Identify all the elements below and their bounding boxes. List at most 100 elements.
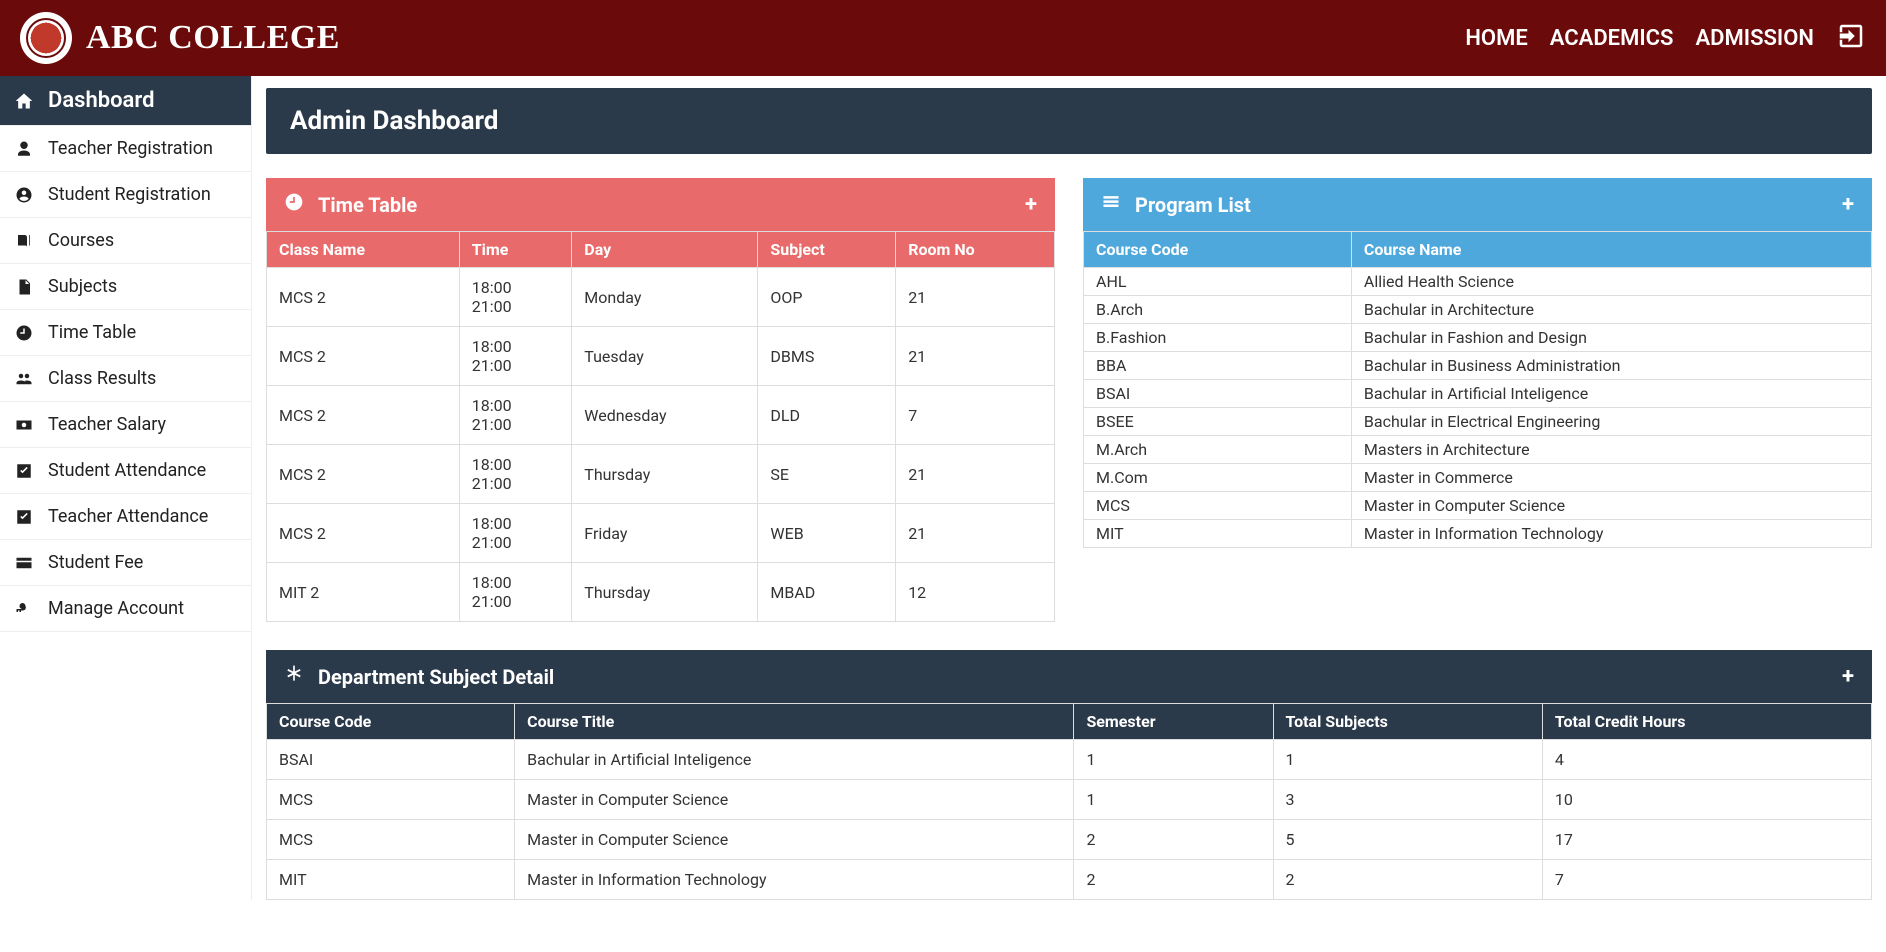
cell-name: Bachular in Electrical Engineering <box>1351 408 1871 436</box>
cell-code: BSAI <box>267 740 515 780</box>
cell-room: 21 <box>896 268 1055 327</box>
cell-code: M.Com <box>1084 464 1352 492</box>
sidebar-item-courses[interactable]: Courses <box>0 218 251 264</box>
cell-subject: WEB <box>758 504 896 563</box>
cell-class: MCS 2 <box>267 445 460 504</box>
cell-subjects: 2 <box>1273 860 1542 900</box>
sidebar: Dashboard Teacher Registration Student R… <box>0 76 252 900</box>
th-code: Course Code <box>267 704 515 740</box>
table-row: MCS 218:0021:00WednesdayDLD7 <box>267 386 1055 445</box>
cell-room: 21 <box>896 445 1055 504</box>
sidebar-item-manage-account[interactable]: Manage Account <box>0 586 251 632</box>
cell-subject: DBMS <box>758 327 896 386</box>
check-square-icon <box>14 462 34 480</box>
college-logo-icon <box>20 12 72 64</box>
cell-time: 18:0021:00 <box>459 327 572 386</box>
sidebar-item-subjects[interactable]: Subjects <box>0 264 251 310</box>
cell-sem: 2 <box>1074 820 1273 860</box>
sidebar-item-dashboard[interactable]: Dashboard <box>0 76 251 126</box>
table-row: AHLAllied Health Science <box>1084 268 1872 296</box>
table-row: MCSMaster in Computer Science1310 <box>267 780 1872 820</box>
cell-code: B.Arch <box>1084 296 1352 324</box>
th-name: Course Name <box>1351 232 1871 268</box>
th-class: Class Name <box>267 232 460 268</box>
table-row: MCSMaster in Computer Science <box>1084 492 1872 520</box>
sidebar-item-student-attendance[interactable]: Student Attendance <box>0 448 251 494</box>
card-title: Program List <box>1135 193 1251 217</box>
sidebar-item-class-results[interactable]: Class Results <box>0 356 251 402</box>
key-icon <box>14 600 34 618</box>
sidebar-item-teacher-attendance[interactable]: Teacher Attendance <box>0 494 251 540</box>
sidebar-item-teacher-salary[interactable]: Teacher Salary <box>0 402 251 448</box>
cell-room: 7 <box>896 386 1055 445</box>
sidebar-item-label: Manage Account <box>48 598 184 619</box>
cell-code: MCS <box>1084 492 1352 520</box>
nav-home[interactable]: HOME <box>1465 26 1527 51</box>
table-row: MCS 218:0021:00FridayWEB21 <box>267 504 1055 563</box>
cell-title: Bachular in Artificial Inteligence <box>515 740 1074 780</box>
card-program-list: Program List + Course Code Course Name A… <box>1083 178 1872 622</box>
add-program-button[interactable]: + <box>1842 192 1854 217</box>
cell-day: Tuesday <box>572 327 758 386</box>
brand-title: ABC COLLEGE <box>86 19 340 57</box>
cell-subject: OOP <box>758 268 896 327</box>
cell-code: BBA <box>1084 352 1352 380</box>
table-row: MCS 218:0021:00ThursdaySE21 <box>267 445 1055 504</box>
content: Admin Dashboard Time Table + Class Name … <box>252 76 1886 900</box>
cell-class: MCS 2 <box>267 386 460 445</box>
th-time: Time <box>459 232 572 268</box>
cell-code: MIT <box>1084 520 1352 548</box>
page-title: Admin Dashboard <box>266 88 1872 154</box>
card-header-dept: Department Subject Detail + <box>266 650 1872 703</box>
nav-academics[interactable]: ACADEMICS <box>1550 26 1674 51</box>
card-header-timetable: Time Table + <box>266 178 1055 231</box>
sidebar-item-teacher-registration[interactable]: Teacher Registration <box>0 126 251 172</box>
cell-code: BSEE <box>1084 408 1352 436</box>
cell-subject: MBAD <box>758 563 896 622</box>
cell-name: Allied Health Science <box>1351 268 1871 296</box>
th-day: Day <box>572 232 758 268</box>
sidebar-item-label: Class Results <box>48 368 156 389</box>
top-nav: HOME ACADEMICS ADMISSION <box>1465 21 1866 55</box>
sidebar-item-student-registration[interactable]: Student Registration <box>0 172 251 218</box>
sidebar-item-time-table[interactable]: Time Table <box>0 310 251 356</box>
cell-time: 18:0021:00 <box>459 445 572 504</box>
cell-credits: 10 <box>1542 780 1871 820</box>
sidebar-item-label: Student Attendance <box>48 460 206 481</box>
add-dept-button[interactable]: + <box>1842 664 1854 689</box>
th-sem: Semester <box>1074 704 1273 740</box>
home-icon <box>14 90 34 112</box>
cell-class: MCS 2 <box>267 504 460 563</box>
asterisk-icon <box>284 664 304 689</box>
cell-class: MCS 2 <box>267 268 460 327</box>
table-row: BSEEBachular in Electrical Engineering <box>1084 408 1872 436</box>
list-icon <box>1101 192 1121 217</box>
cell-title: Master in Information Technology <box>515 860 1074 900</box>
cell-code: AHL <box>1084 268 1352 296</box>
table-row: MCS 218:0021:00MondayOOP21 <box>267 268 1055 327</box>
cell-code: BSAI <box>1084 380 1352 408</box>
clock-icon <box>284 192 304 217</box>
cell-code: B.Fashion <box>1084 324 1352 352</box>
card-title: Time Table <box>318 193 417 217</box>
table-row: M.ComMaster in Commerce <box>1084 464 1872 492</box>
sidebar-item-student-fee[interactable]: Student Fee <box>0 540 251 586</box>
file-icon <box>14 278 34 296</box>
cell-subjects: 3 <box>1273 780 1542 820</box>
sidebar-item-label: Teacher Salary <box>48 414 166 435</box>
cell-room: 12 <box>896 563 1055 622</box>
logout-icon[interactable] <box>1836 21 1866 55</box>
sidebar-item-label: Student Registration <box>48 184 211 205</box>
cell-sem: 1 <box>1074 780 1273 820</box>
sidebar-item-label: Dashboard <box>48 88 154 113</box>
nav-admission[interactable]: ADMISSION <box>1695 26 1814 51</box>
th-code: Course Code <box>1084 232 1352 268</box>
add-timetable-button[interactable]: + <box>1025 192 1037 217</box>
cell-name: Bachular in Architecture <box>1351 296 1871 324</box>
cell-room: 21 <box>896 504 1055 563</box>
cell-code: M.Arch <box>1084 436 1352 464</box>
th-credits: Total Credit Hours <box>1542 704 1871 740</box>
sidebar-item-label: Student Fee <box>48 552 143 573</box>
cell-subjects: 5 <box>1273 820 1542 860</box>
cell-name: Bachular in Fashion and Design <box>1351 324 1871 352</box>
